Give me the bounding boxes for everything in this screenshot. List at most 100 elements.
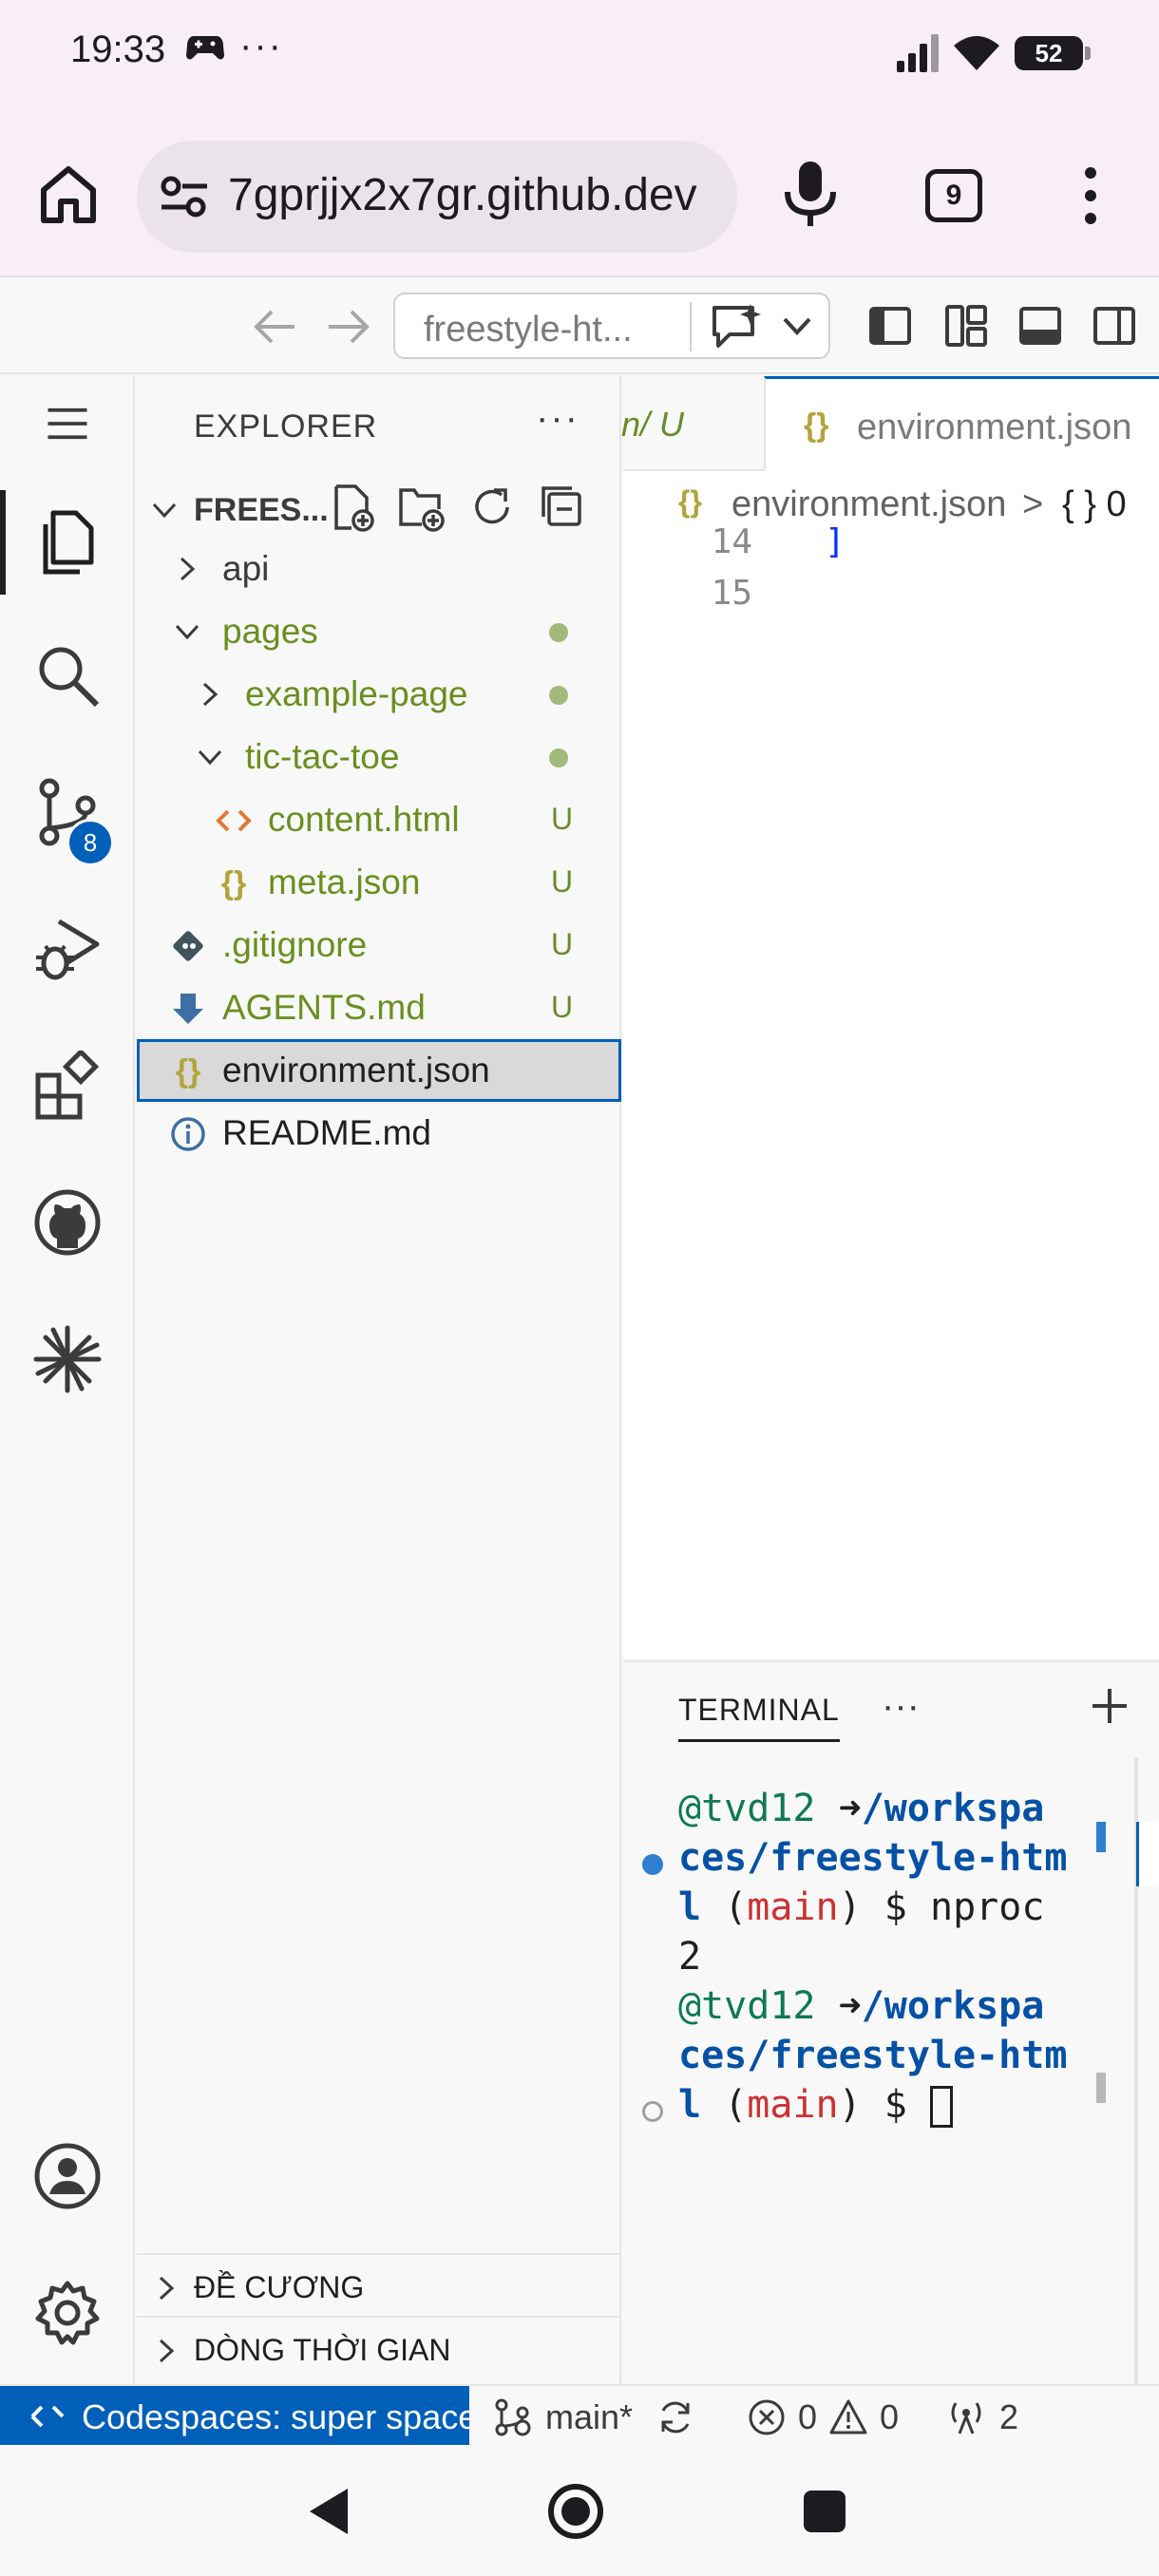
tree-file-environment-json[interactable]: {} environment.json <box>137 1039 621 1102</box>
terminal-prompt: $ <box>884 2083 907 2127</box>
editor-tab-partial[interactable]: n/ U <box>621 376 764 471</box>
terminal-line: 2 <box>678 1932 1077 1981</box>
terminal-branch: main <box>747 1885 839 1929</box>
toggle-primary-sidebar-icon[interactable] <box>868 304 912 348</box>
activity-github[interactable] <box>0 1161 135 1284</box>
ports-broadcast-icon[interactable] <box>946 2397 986 2437</box>
breadcrumb-symbol[interactable]: { } 0 <box>1062 484 1127 525</box>
collapse-all-icon[interactable] <box>538 483 587 532</box>
warning-count[interactable]: 0 <box>880 2397 899 2437</box>
tree-file-readme-md[interactable]: README.md <box>137 1102 621 1165</box>
browser-toolbar: 7gprjjx2x7gr.github.dev 9 <box>0 104 1159 277</box>
search-icon <box>39 647 100 708</box>
code-line[interactable]: 14 ] <box>623 522 1159 574</box>
tab-terminal[interactable]: TERMINAL <box>678 1693 840 1742</box>
home-circle-icon[interactable] <box>547 2483 604 2540</box>
new-file-icon[interactable] <box>327 483 376 532</box>
site-settings-icon[interactable] <box>160 173 209 220</box>
code-line[interactable]: 15 <box>623 574 1159 625</box>
bottom-panel: TERMINAL ··· @tvd12 ➜/workspa ces/freest… <box>623 1660 1159 2384</box>
warning-icon[interactable] <box>828 2397 868 2437</box>
remote-indicator[interactable]: Codespaces: super space <box>0 2386 469 2447</box>
tree-folder-pages[interactable]: pages <box>137 600 621 663</box>
ports-count[interactable]: 2 <box>999 2397 1018 2437</box>
notification-overflow: ··· <box>239 25 283 66</box>
html-file-icon <box>216 809 252 832</box>
forward-arrow-icon[interactable] <box>325 306 372 348</box>
customize-layout-icon[interactable] <box>944 304 988 348</box>
chevron-right-icon <box>159 2339 175 2363</box>
panel-more-actions[interactable]: ··· <box>882 1685 920 1728</box>
editor-tab-bar: n/ U {} environment.json <box>621 376 1159 471</box>
terminal-output[interactable]: @tvd12 ➜/workspa ces/freestyle-htm l (ma… <box>678 1784 1077 2130</box>
gamepad-icon <box>186 36 224 60</box>
browser-menu-icon[interactable] <box>1064 163 1117 228</box>
command-success-dot[interactable] <box>642 1854 663 1875</box>
activity-explorer[interactable] <box>0 481 135 604</box>
battery-indicator: 52 <box>1015 36 1091 70</box>
tree-folder-tic-tac-toe[interactable]: tic-tac-toe <box>137 726 621 788</box>
error-count[interactable]: 0 <box>798 2397 817 2437</box>
activity-run-debug[interactable] <box>0 887 135 1011</box>
tree-file-content-html[interactable]: content.html U <box>137 788 621 851</box>
activity-ai-assistant[interactable] <box>0 1297 135 1421</box>
back-arrow-icon[interactable] <box>251 306 298 348</box>
refresh-icon[interactable] <box>467 483 517 532</box>
workspace-section-header[interactable]: FREES... <box>137 479 621 541</box>
vscode-title-bar: freestyle-ht... <box>0 279 1159 374</box>
terminal-paren: ) <box>838 2083 862 2127</box>
branch-name[interactable]: main* <box>545 2397 633 2437</box>
terminal-line: l (main) $ nproc <box>678 1883 1077 1932</box>
toggle-panel-icon[interactable] <box>1018 304 1062 348</box>
git-file-icon <box>173 931 203 961</box>
terminal-output-text: 2 <box>678 1935 702 1979</box>
timeline-section-header[interactable]: DÒNG THỜI GIAN <box>137 2316 621 2378</box>
gear-icon <box>35 2281 100 2345</box>
editor-tab-environment-json[interactable]: {} environment.json <box>764 376 1159 471</box>
activity-extensions[interactable] <box>0 1024 135 1147</box>
microphone-icon[interactable] <box>779 160 842 228</box>
tree-file-meta-json[interactable]: {} meta.json U <box>137 851 621 914</box>
home-icon[interactable] <box>36 161 101 226</box>
tree-file-gitignore[interactable]: .gitignore U <box>137 914 621 976</box>
sync-icon[interactable] <box>656 2397 695 2437</box>
activity-bar: 8 <box>0 376 135 2384</box>
tree-folder-example-page[interactable]: example-page <box>137 663 621 726</box>
address-bar[interactable]: 7gprjjx2x7gr.github.dev <box>137 141 737 253</box>
command-center[interactable]: freestyle-ht... <box>393 293 830 359</box>
toggle-secondary-sidebar-icon[interactable] <box>1092 304 1136 348</box>
tree-folder-api[interactable]: api <box>137 538 621 600</box>
terminal-arrow: ➜ <box>838 1787 862 1830</box>
terminal-tabs-edge[interactable] <box>1136 1822 1159 1886</box>
menu-button[interactable] <box>0 376 135 471</box>
outline-section-header[interactable]: ĐỀ CƯƠNG <box>137 2253 621 2316</box>
line-text: ] <box>825 522 846 561</box>
chevron-down-icon[interactable] <box>781 313 813 338</box>
new-folder-icon[interactable] <box>397 483 446 532</box>
scroll-marker-active <box>1096 1822 1106 1852</box>
breadcrumb-file[interactable]: environment.json <box>732 484 1006 525</box>
activity-search[interactable] <box>0 614 135 737</box>
tree-label: tic-tac-toe <box>245 737 400 776</box>
branch-icon[interactable] <box>492 2397 532 2437</box>
recents-icon[interactable] <box>796 2483 853 2540</box>
copilot-chat-icon[interactable] <box>709 304 766 350</box>
wifi-icon <box>954 36 999 70</box>
command-pending-dot[interactable] <box>642 2101 663 2122</box>
activity-settings[interactable] <box>0 2251 135 2375</box>
markdown-download-icon <box>173 994 203 1024</box>
error-icon[interactable] <box>747 2397 787 2437</box>
tree-file-agents-md[interactable]: AGENTS.md U <box>137 976 621 1039</box>
back-icon[interactable] <box>300 2483 357 2540</box>
tree-label: api <box>222 549 270 588</box>
explorer-more-actions[interactable]: ··· <box>536 397 580 440</box>
sparkle-burst-icon <box>33 1325 102 1393</box>
activity-accounts[interactable] <box>0 2114 135 2238</box>
terminal-line: l (main) $ <box>678 2080 1077 2130</box>
tab-switcher-button[interactable]: 9 <box>925 169 982 222</box>
activity-source-control[interactable]: 8 <box>0 750 135 874</box>
new-terminal-icon[interactable] <box>1089 1685 1130 1727</box>
timeline-title: DÒNG THỜI GIAN <box>194 2333 451 2367</box>
tree-label: pages <box>222 612 318 651</box>
github-icon <box>34 1189 101 1256</box>
